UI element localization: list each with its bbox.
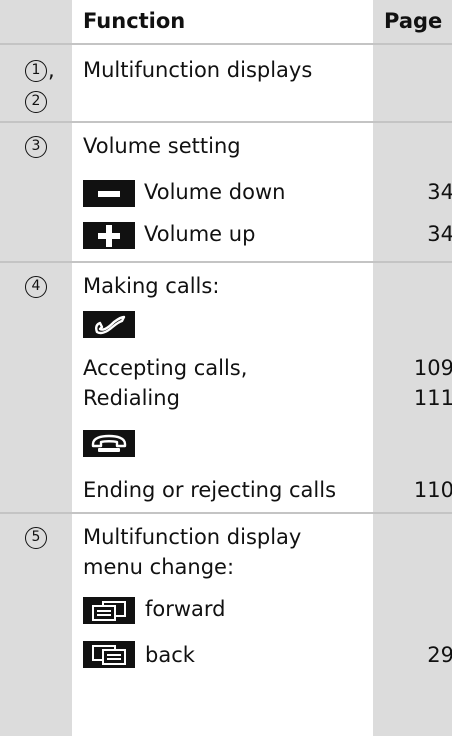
row-number-badge: 2	[25, 91, 47, 113]
phone-end-icon	[83, 430, 135, 457]
item-label: forward	[145, 597, 226, 621]
row-divider	[0, 261, 452, 263]
page-number: 29	[427, 643, 452, 667]
row-number-badge: 1	[25, 60, 47, 82]
item-label: Volume down	[144, 180, 286, 204]
page-number: 34	[427, 222, 452, 246]
header-function: Function	[83, 9, 186, 33]
row-title: Volume setting	[83, 134, 241, 158]
page-number: 109	[413, 356, 452, 380]
plus-button-icon	[83, 222, 135, 249]
row-number-badge: 4	[25, 276, 47, 298]
table-header: Function Page	[0, 0, 452, 44]
phone-accept-icon	[83, 311, 135, 338]
minus-button-icon	[83, 180, 135, 207]
row-title: Multifunction displays	[83, 58, 313, 82]
menu-back-icon	[83, 641, 135, 668]
item-label: Ending or rejecting calls	[83, 478, 337, 502]
item-label: Redialing	[83, 386, 180, 410]
row-number-badge: 3	[25, 136, 47, 158]
row-title: Making calls:	[83, 274, 220, 298]
page-number: 111	[413, 386, 452, 410]
menu-forward-icon	[83, 597, 135, 624]
page-number: 110	[413, 478, 452, 502]
row-title: menu change:	[83, 555, 235, 579]
item-label: Volume up	[144, 222, 256, 246]
item-label: back	[145, 643, 195, 667]
item-label: Accepting calls,	[83, 356, 248, 380]
header-page: Page	[384, 9, 443, 33]
row-number-separator: ,	[48, 58, 55, 82]
row-number-badge: 5	[25, 527, 47, 549]
row-title: Multifunction display	[83, 525, 302, 549]
row-divider	[0, 121, 452, 123]
row-divider	[0, 512, 452, 514]
page-number: 34	[427, 180, 452, 204]
header-divider	[0, 43, 452, 45]
